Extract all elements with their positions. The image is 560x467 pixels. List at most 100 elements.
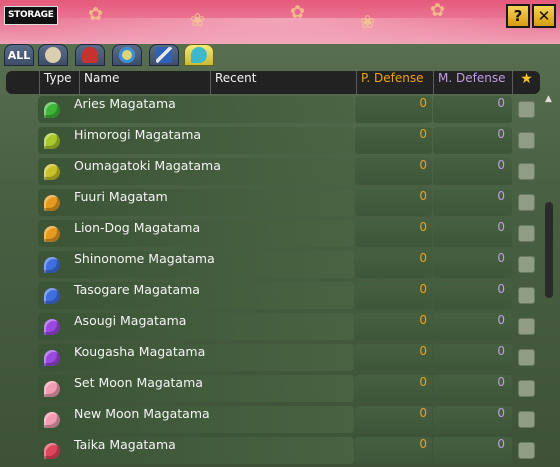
flower-decoration: ❀	[190, 10, 206, 31]
sword-icon	[156, 47, 172, 63]
item-m-defense: 0	[497, 96, 505, 110]
list-item[interactable]: Oumagatoki Magatama 0 0	[6, 158, 540, 185]
column-m-defense[interactable]: M. Defense	[433, 71, 512, 94]
window-title: STORAGE	[4, 6, 58, 25]
favorite-checkbox[interactable]	[518, 101, 535, 118]
favorite-checkbox[interactable]	[518, 411, 535, 428]
item-m-defense: 0	[497, 406, 505, 420]
list-item[interactable]: Lion-Dog Magatama 0 0	[6, 220, 540, 247]
magatama-icon	[44, 381, 60, 397]
list-item[interactable]: Taika Magatama 0 0	[6, 437, 540, 464]
column-recent[interactable]: Recent	[210, 71, 356, 94]
item-name: Oumagatoki Magatama	[74, 158, 221, 173]
banner-wave	[0, 18, 560, 44]
item-m-defense: 0	[497, 127, 505, 141]
list-item[interactable]: Fuuri Magatam 0 0	[6, 189, 540, 216]
item-m-defense: 0	[497, 437, 505, 451]
favorite-checkbox[interactable]	[518, 256, 535, 273]
list-item[interactable]: New Moon Magatama 0 0	[6, 406, 540, 433]
close-button[interactable]: ✕	[532, 4, 556, 28]
crest-icon	[119, 47, 135, 63]
item-p-defense: 0	[419, 158, 427, 172]
list-item[interactable]: Himorogi Magatama 0 0	[6, 127, 540, 154]
tab-all[interactable]: ALL	[4, 44, 34, 66]
storage-window: ✿ ❀ ✿ ❀ ✿ STORAGE ? ✕ ALL Type Name Rece…	[0, 0, 560, 467]
favorite-checkbox[interactable]	[518, 442, 535, 459]
list-item[interactable]: Asougi Magatama 0 0	[6, 313, 540, 340]
column-type[interactable]: Type	[39, 71, 79, 94]
magatama-icon	[44, 350, 60, 366]
list-item[interactable]: Kougasha Magatama 0 0	[6, 344, 540, 371]
flower-decoration: ✿	[290, 2, 306, 23]
item-m-defense: 0	[497, 313, 505, 327]
favorite-checkbox[interactable]	[518, 194, 535, 211]
column-name[interactable]: Name	[79, 71, 210, 94]
item-name: Asougi Magatama	[74, 313, 187, 328]
item-m-defense: 0	[497, 282, 505, 296]
tab-crest[interactable]	[112, 44, 142, 66]
item-m-defense: 0	[497, 158, 505, 172]
item-p-defense: 0	[419, 344, 427, 358]
item-name: Shinonome Magatama	[74, 251, 215, 266]
list-item[interactable]: Tasogare Magatama 0 0	[6, 282, 540, 309]
tab-pouch[interactable]	[38, 44, 68, 66]
magatama-icon	[44, 226, 60, 242]
flower-decoration: ✿	[88, 4, 104, 25]
item-p-defense: 0	[419, 220, 427, 234]
item-name: Kougasha Magatama	[74, 344, 206, 359]
item-p-defense: 0	[419, 375, 427, 389]
magatama-icon	[44, 195, 60, 211]
list-item[interactable]: Aries Magatama 0 0	[6, 96, 540, 123]
item-name: Tasogare Magatama	[74, 282, 200, 297]
item-name: New Moon Magatama	[74, 406, 210, 421]
magatama-icon	[44, 164, 60, 180]
scroll-up-arrow-icon[interactable]: ▲	[545, 94, 552, 104]
fan-icon	[82, 47, 98, 63]
favorite-checkbox[interactable]	[518, 163, 535, 180]
column-favorite-star[interactable]: ★	[512, 71, 540, 94]
favorite-checkbox[interactable]	[518, 380, 535, 397]
magatama-icon	[44, 443, 60, 459]
item-p-defense: 0	[419, 189, 427, 203]
column-header: Type Name Recent P. Defense M. Defense ★	[6, 71, 540, 94]
item-list: Aries Magatama 0 0 Himorogi Magatama 0 0 Oumag…	[6, 96, 540, 467]
list-item[interactable]: Shinonome Magatama 0 0	[6, 251, 540, 278]
item-p-defense: 0	[419, 96, 427, 110]
tab-fan[interactable]	[75, 44, 105, 66]
magatama-icon	[44, 133, 60, 149]
magatama-icon	[44, 102, 60, 118]
item-p-defense: 0	[419, 282, 427, 296]
flower-decoration: ✿	[430, 0, 446, 21]
help-button[interactable]: ?	[506, 4, 530, 28]
magatama-icon	[44, 412, 60, 428]
favorite-checkbox[interactable]	[518, 287, 535, 304]
magatama-icon	[44, 288, 60, 304]
favorite-checkbox[interactable]	[518, 225, 535, 242]
item-m-defense: 0	[497, 375, 505, 389]
favorite-checkbox[interactable]	[518, 132, 535, 149]
pouch-icon	[45, 47, 61, 63]
item-m-defense: 0	[497, 344, 505, 358]
magatama-icon	[44, 257, 60, 273]
item-p-defense: 0	[419, 313, 427, 327]
tab-magatama[interactable]	[184, 44, 214, 66]
tab-all-label: ALL	[7, 48, 31, 62]
item-p-defense: 0	[419, 406, 427, 420]
item-name: Fuuri Magatam	[74, 189, 168, 204]
favorite-checkbox[interactable]	[518, 349, 535, 366]
item-name: Aries Magatama	[74, 96, 176, 111]
scrollbar[interactable]: ▲	[543, 94, 555, 467]
favorite-checkbox[interactable]	[518, 318, 535, 335]
magatama-icon	[191, 47, 207, 63]
column-p-defense[interactable]: P. Defense	[356, 71, 433, 94]
item-m-defense: 0	[497, 189, 505, 203]
list-item[interactable]: Set Moon Magatama 0 0	[6, 375, 540, 402]
flower-decoration: ❀	[360, 12, 376, 33]
title-banner: ✿ ❀ ✿ ❀ ✿ STORAGE ? ✕	[0, 0, 560, 44]
item-name: Set Moon Magatama	[74, 375, 203, 390]
item-name: Taika Magatama	[74, 437, 176, 452]
item-m-defense: 0	[497, 251, 505, 265]
scrollbar-thumb[interactable]	[545, 202, 553, 298]
item-p-defense: 0	[419, 437, 427, 451]
tab-sword[interactable]	[149, 44, 179, 66]
